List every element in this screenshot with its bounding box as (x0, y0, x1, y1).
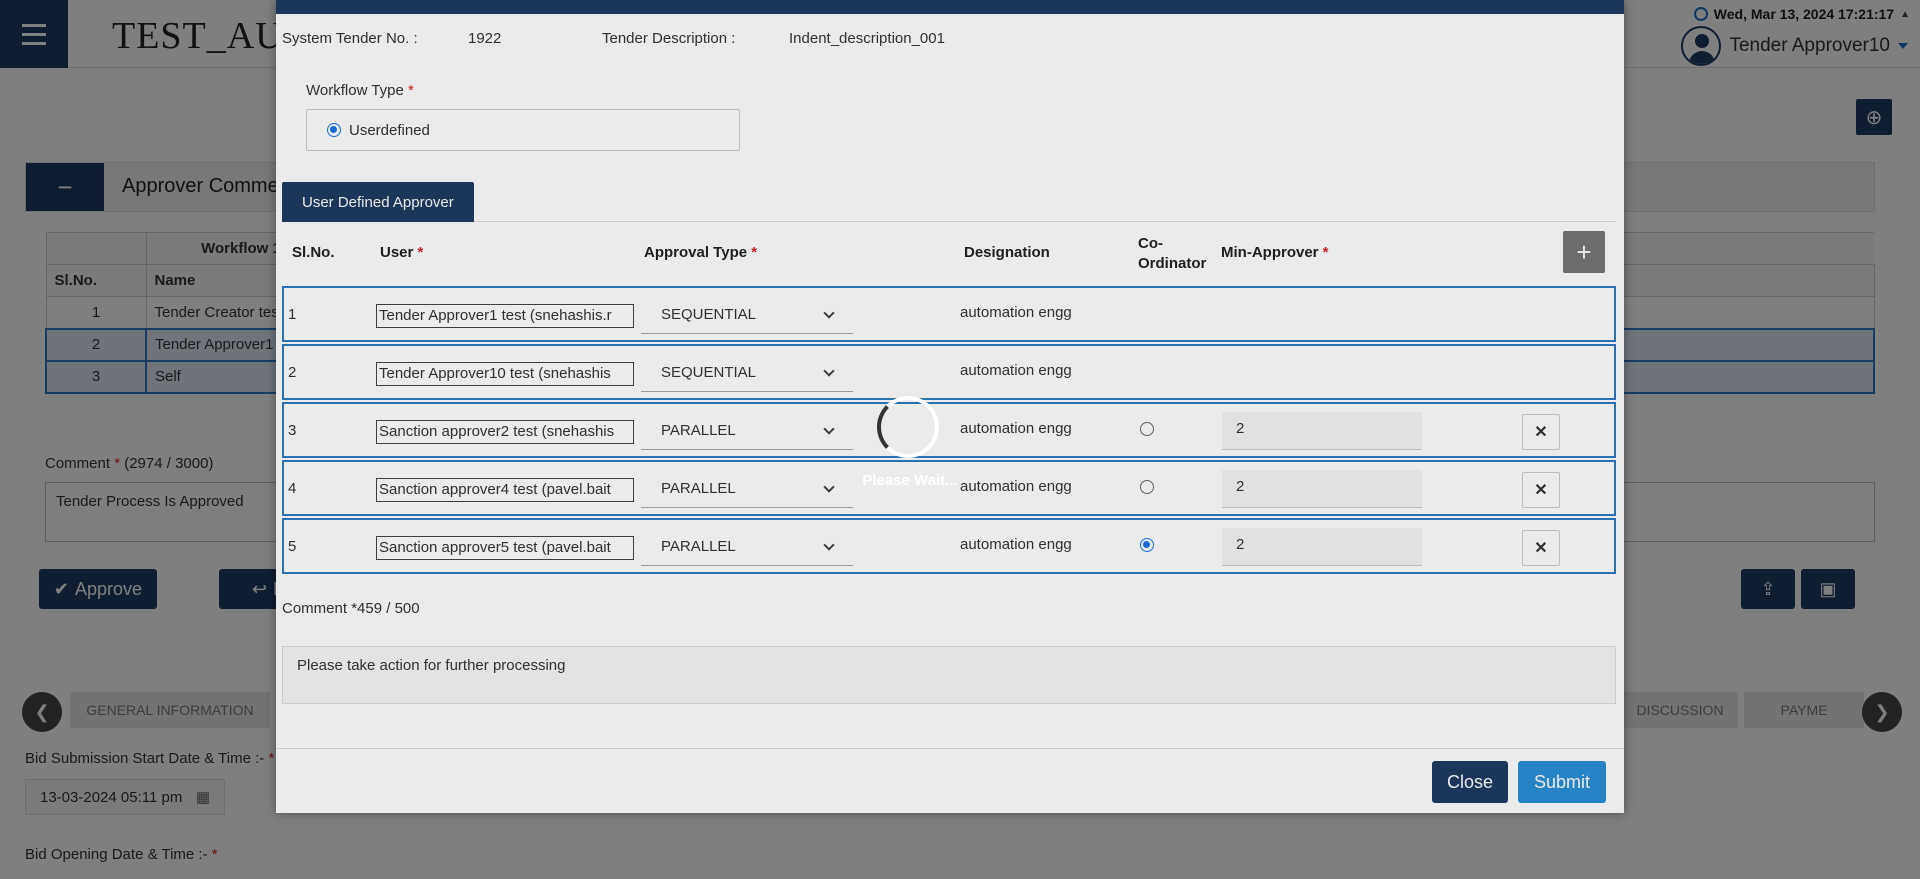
approval-type-select[interactable]: PARALLEL (641, 528, 853, 566)
min-approver-input[interactable]: 2 (1222, 470, 1422, 508)
coordinator-radio[interactable] (1140, 422, 1154, 436)
coordinator-radio[interactable] (1140, 480, 1154, 494)
approval-type-select[interactable]: SEQUENTIAL (641, 354, 853, 392)
chevron-down-icon (823, 306, 835, 319)
designation: automation engg (960, 478, 1072, 495)
approver-row: 5 Sanction approver5 test (pavel.bait PA… (282, 518, 1616, 574)
row-sl: 2 (288, 364, 297, 381)
approval-type-select[interactable]: PARALLEL (641, 412, 853, 450)
approval-type-value: PARALLEL (661, 480, 736, 497)
header-approval-type: Approval Type * (644, 244, 758, 261)
approval-type-value: SEQUENTIAL (661, 306, 757, 323)
modal-header (276, 0, 1624, 14)
workflow-type-group: Userdefined (306, 109, 740, 151)
row-sl: 3 (288, 422, 297, 439)
header-user: User * (380, 244, 424, 261)
approval-type-select[interactable]: SEQUENTIAL (641, 296, 853, 334)
approval-type-value: PARALLEL (661, 538, 736, 555)
approver-modal: System Tender No. : 1922 Tender Descript… (276, 0, 1624, 813)
tender-desc-label: Tender Description : (602, 30, 736, 47)
userdefined-label: Userdefined (349, 121, 430, 139)
row-sl: 1 (288, 306, 297, 323)
close-x-icon[interactable]: ✕ (1522, 530, 1560, 566)
workflow-type-text: Workflow Type (306, 82, 404, 99)
chevron-down-icon (823, 422, 835, 435)
close-x-icon[interactable]: ✕ (1522, 414, 1560, 450)
designation: automation engg (960, 420, 1072, 437)
modal-comment-label: Comment *459 / 500 (282, 600, 420, 617)
modal-comment-count: *459 / 500 (351, 600, 420, 617)
chevron-down-icon (823, 538, 835, 551)
tender-desc-value: Indent_description_001 (789, 30, 945, 47)
header-sl: Sl.No. (292, 244, 335, 261)
min-approver-input[interactable]: 2 (1222, 412, 1422, 450)
tender-no-value: 1922 (468, 30, 502, 47)
row-sl: 4 (288, 480, 297, 497)
designation: automation engg (960, 304, 1072, 321)
plus-icon[interactable]: + (1563, 231, 1605, 273)
approval-type-value: PARALLEL (661, 422, 736, 439)
chevron-down-icon (823, 364, 835, 377)
approver-row: 3 Sanction approver2 test (snehashis PAR… (282, 402, 1616, 458)
min-approver-input[interactable]: 2 (1222, 528, 1422, 566)
user-field[interactable]: Sanction approver4 test (pavel.bait (376, 478, 634, 502)
close-x-icon[interactable]: ✕ (1522, 472, 1560, 508)
loading-text: Please Wait... (862, 472, 958, 489)
header-approval-text: Approval Type (644, 244, 748, 261)
approver-row: 2 Tender Approver10 test (snehashis SEQU… (282, 344, 1616, 400)
header-designation: Designation (964, 244, 1050, 261)
approver-row: 1 Tender Approver1 test (snehashis.r SEQ… (282, 286, 1616, 342)
designation: automation engg (960, 362, 1072, 379)
submit-button[interactable]: Submit (1518, 761, 1606, 803)
chevron-down-icon (823, 480, 835, 493)
header-min-approver-text: Min-Approver (1221, 244, 1319, 261)
workflow-type-label: Workflow Type * (306, 82, 414, 99)
close-button[interactable]: Close (1432, 761, 1508, 803)
approval-type-select[interactable]: PARALLEL (641, 470, 853, 508)
modal-tab-strip: User Defined Approver (282, 182, 1616, 222)
approval-type-value: SEQUENTIAL (661, 364, 757, 381)
loading-spinner-icon (877, 396, 939, 458)
userdefined-radio[interactable] (327, 123, 341, 137)
header-coordinator: Co- Ordinator (1138, 235, 1207, 272)
modal-footer-divider (276, 748, 1624, 749)
user-field[interactable]: Sanction approver5 test (pavel.bait (376, 536, 634, 560)
tender-no-label: System Tender No. : (282, 30, 418, 47)
tab-user-defined-approver[interactable]: User Defined Approver (282, 182, 474, 222)
header-user-text: User (380, 244, 414, 261)
user-field[interactable]: Sanction approver2 test (snehashis (376, 420, 634, 444)
modal-comment-label-text: Comment (282, 600, 348, 617)
row-sl: 5 (288, 538, 297, 555)
header-min-approver: Min-Approver * (1221, 244, 1329, 261)
coordinator-radio[interactable] (1140, 538, 1154, 552)
user-field[interactable]: Tender Approver1 test (snehashis.r (376, 304, 634, 328)
designation: automation engg (960, 536, 1072, 553)
user-field[interactable]: Tender Approver10 test (snehashis (376, 362, 634, 386)
modal-comment-textarea[interactable]: Please take action for further processin… (282, 646, 1616, 704)
